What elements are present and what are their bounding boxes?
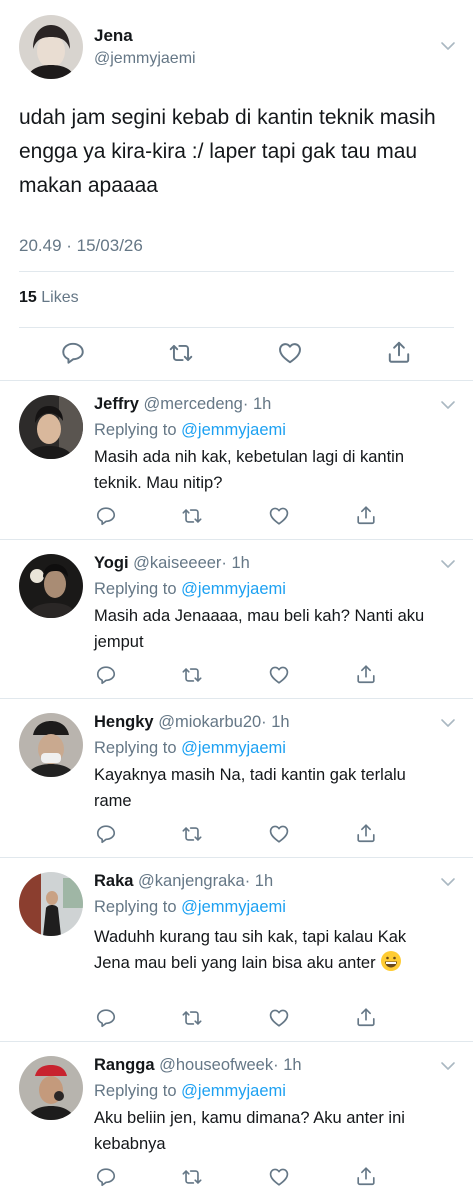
tweet-text: udah jam segini kebab di kantin teknik m… — [19, 106, 436, 197]
reply-text-container: Waduhh kurang tau sih kak, tapi kalau Ka… — [94, 924, 434, 976]
reply-tweet: Raka @kanjengraka· 1h Replying to @jemmy… — [0, 858, 473, 1041]
reply-tweet: Rangga @houseofweek· 1h Replying to @jem… — [0, 1042, 473, 1200]
chevron-down-icon[interactable] — [440, 40, 456, 52]
divider — [19, 271, 454, 272]
heart-icon[interactable] — [268, 823, 290, 845]
author-handle[interactable]: @jemmyjaemi — [94, 50, 196, 68]
reply-text: Masih ada nih kak, kebetulan lagi di kan… — [94, 448, 405, 492]
avatar[interactable] — [19, 395, 83, 459]
author-name[interactable]: Rangga — [94, 1056, 155, 1074]
replying-to: Replying to @jemmyjaemi — [94, 898, 286, 917]
reply-tweet: Jeffry @mercedeng· 1h Replying to @jemmy… — [0, 381, 473, 539]
replying-to: Replying to @jemmyjaemi — [94, 739, 286, 758]
avatar[interactable] — [19, 872, 83, 936]
reply-time[interactable]: · 1h — [273, 1056, 301, 1074]
divider — [19, 327, 454, 328]
replying-label: Replying to — [94, 739, 177, 757]
avatar[interactable] — [19, 15, 83, 79]
reply-icon[interactable] — [95, 1166, 117, 1188]
share-icon[interactable] — [355, 504, 377, 526]
mention-link[interactable]: @jemmyjaemi — [181, 1082, 286, 1100]
replying-label: Replying to — [94, 421, 177, 439]
reply-text: Aku beliin jen, kamu dimana? Aku anter i… — [94, 1109, 405, 1153]
mention-link[interactable]: @jemmyjaemi — [181, 580, 286, 598]
chevron-down-icon[interactable] — [440, 876, 456, 888]
author-handle[interactable]: @mercedeng — [144, 395, 243, 413]
author-handle[interactable]: @houseofweek — [159, 1056, 273, 1074]
author-handle[interactable]: @kaiseeeer — [133, 554, 221, 572]
share-icon[interactable] — [355, 663, 377, 685]
share-icon[interactable] — [355, 1165, 377, 1187]
reply-tweet: Hengky @miokarbu20· 1h Replying to @jemm… — [0, 699, 473, 857]
retweet-icon[interactable] — [181, 664, 203, 686]
heart-icon[interactable] — [268, 1166, 290, 1188]
retweet-icon[interactable] — [181, 823, 203, 845]
reply-text: Masih ada Jenaaaa, mau beli kah? Nanti a… — [94, 607, 425, 651]
replying-to: Replying to @jemmyjaemi — [94, 1082, 286, 1101]
reply-time[interactable]: · 1h — [243, 395, 271, 413]
chevron-down-icon[interactable] — [440, 1060, 456, 1072]
mention-link[interactable]: @jemmyjaemi — [181, 898, 286, 916]
mention-link[interactable]: @jemmyjaemi — [181, 421, 286, 439]
reply-time[interactable]: · 1h — [261, 713, 289, 731]
reply-icon[interactable] — [95, 823, 117, 845]
chevron-down-icon[interactable] — [440, 399, 456, 411]
heart-icon[interactable] — [277, 340, 303, 366]
avatar[interactable] — [19, 713, 83, 777]
main-tweet: Jena @jemmyjaemi udah jam segini kebab d… — [0, 0, 473, 381]
mention-link[interactable]: @jemmyjaemi — [181, 739, 286, 757]
replying-to: Replying to @jemmyjaemi — [94, 580, 286, 599]
author-handle[interactable]: @miokarbu20 — [158, 713, 261, 731]
author-name[interactable]: Yogi — [94, 554, 129, 572]
author-name[interactable]: Jeffry — [94, 395, 139, 413]
reply-icon[interactable] — [60, 340, 86, 366]
grinning-face-icon — [381, 951, 402, 971]
reply-header: Hengky @miokarbu20· 1h — [94, 713, 290, 732]
likes-count: 15 — [19, 289, 37, 306]
share-icon[interactable] — [355, 1006, 377, 1028]
reply-icon[interactable] — [95, 505, 117, 527]
replying-label: Replying to — [94, 1082, 177, 1100]
author-name[interactable]: Jena — [94, 26, 133, 46]
heart-icon[interactable] — [268, 1007, 290, 1029]
tweet-timestamp[interactable]: 20.49 · 15/03/26 — [19, 236, 143, 256]
reply-text: Kayaknya masih Na, tadi kantin gak terla… — [94, 766, 406, 810]
reply-icon[interactable] — [95, 664, 117, 686]
avatar[interactable] — [19, 554, 83, 618]
heart-icon[interactable] — [268, 505, 290, 527]
heart-icon[interactable] — [268, 664, 290, 686]
author-name[interactable]: Hengky — [94, 713, 154, 731]
author-handle[interactable]: @kanjengraka — [138, 872, 245, 890]
retweet-icon[interactable] — [181, 505, 203, 527]
likes-label: Likes — [41, 289, 79, 306]
chevron-down-icon[interactable] — [440, 558, 456, 570]
reply-icon[interactable] — [95, 1007, 117, 1029]
replying-to: Replying to @jemmyjaemi — [94, 421, 286, 440]
replying-label: Replying to — [94, 898, 177, 916]
retweet-icon[interactable] — [181, 1166, 203, 1188]
retweet-icon[interactable] — [181, 1007, 203, 1029]
reply-header: Yogi @kaiseeeer· 1h — [94, 554, 250, 573]
replying-label: Replying to — [94, 580, 177, 598]
reply-time[interactable]: · 1h — [245, 872, 273, 890]
author-name[interactable]: Raka — [94, 872, 133, 890]
reply-header: Rangga @houseofweek· 1h — [94, 1056, 302, 1075]
avatar[interactable] — [19, 1056, 83, 1120]
likes-summary[interactable]: 15 Likes — [19, 289, 79, 307]
reply-text: Waduhh kurang tau sih kak, tapi kalau Ka… — [94, 928, 407, 972]
chevron-down-icon[interactable] — [440, 717, 456, 729]
reply-header: Raka @kanjengraka· 1h — [94, 872, 273, 891]
share-icon[interactable] — [386, 339, 412, 365]
share-icon[interactable] — [355, 822, 377, 844]
reply-time[interactable]: · 1h — [221, 554, 249, 572]
reply-tweet: Yogi @kaiseeeer· 1h Replying to @jemmyja… — [0, 540, 473, 698]
retweet-icon[interactable] — [168, 340, 194, 366]
reply-header: Jeffry @mercedeng· 1h — [94, 395, 271, 414]
